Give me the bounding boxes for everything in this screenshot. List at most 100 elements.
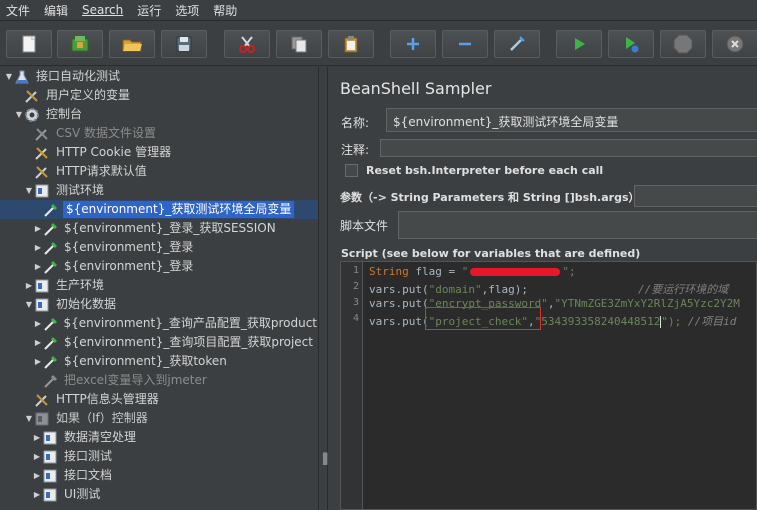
code-token: vars.put( [369,283,429,296]
stop-icon [673,34,693,54]
menu-options[interactable]: 选项 [175,2,199,19]
tree-node-header-manager[interactable]: HTTP信息头管理器 [0,390,318,409]
toggle-button[interactable] [494,30,540,58]
tree-node-init-data[interactable]: ▼ 初始化数据 [0,295,318,314]
collapse-arrow-icon[interactable]: ▼ [14,110,24,119]
controller-icon [42,487,59,503]
tree-label: 控制台 [46,107,83,121]
name-field[interactable]: ${environment}_获取测试环境全局变量 [386,108,757,132]
script-file-field[interactable] [398,211,757,239]
tree-node-login-1[interactable]: ▶ ${environment}_登录 [0,238,318,257]
tree-node-prod-env[interactable]: ▶ 生产环境 [0,276,318,295]
expand-arrow-icon[interactable]: ▶ [34,338,42,347]
pane-splitter[interactable]: ▪ ▪ ▪ [318,67,328,510]
line-number: 2 [352,281,359,292]
controller-icon [34,297,51,313]
expand-arrow-icon[interactable]: ▶ [34,357,42,366]
menu-run[interactable]: 运行 [137,2,161,19]
tree-node-api-docs[interactable]: ▶ 接口文档 [0,466,318,485]
copy-button[interactable] [276,30,322,58]
code-token: ,flag); [481,283,528,296]
expand-arrow-icon[interactable]: ▶ [32,452,42,461]
reset-interpreter-checkbox[interactable] [345,164,358,177]
controller-icon [42,430,59,446]
test-plan-tree: ▼ 接口自动化测试 用户定义的变量 ▼ 控制台 CSV 数据文件设置 HTTP … [0,67,318,510]
expand-arrow-icon[interactable]: ▶ [32,471,42,480]
script-label: Script (see below for variables that are… [341,247,641,260]
tree-node-csv-config[interactable]: CSV 数据文件设置 [0,124,318,143]
collapse-all-button[interactable] [442,30,488,58]
tree-node-test-env[interactable]: ▼ 测试环境 [0,181,318,200]
parameters-label: 参数（-> String Parameters 和 String []bsh.a… [340,191,640,204]
tree-node-login-2[interactable]: ▶ ${environment}_登录 [0,257,318,276]
menu-search[interactable]: Search [82,3,123,17]
tree-node-query-project[interactable]: ▶ ${environment}_查询项目配置_获取project [0,333,318,352]
start-no-pause-button[interactable] [608,30,654,58]
tree-node-http-defaults[interactable]: HTTP请求默认值 [0,162,318,181]
cut-button[interactable] [224,30,270,58]
tree-node-query-product[interactable]: ▶ ${environment}_查询产品配置_获取product [0,314,318,333]
stop-button[interactable] [660,30,706,58]
tree-label: 接口自动化测试 [36,69,121,83]
tree-label: ${environment}_查询项目配置_获取project [64,335,313,349]
code-token: flag = [408,265,462,278]
expand-arrow-icon[interactable]: ▶ [32,433,42,442]
collapse-arrow-icon[interactable]: ▼ [24,414,34,423]
tree-label: 数据清空处理 [64,430,137,444]
tree-node-ui-test[interactable]: ▶ UI测试 [0,485,318,504]
comment-field[interactable] [380,139,757,157]
templates-button[interactable] [57,30,103,58]
toolbar [0,22,757,66]
code-comment: //要运行环境的域 [637,283,729,296]
tree-node-if-controller[interactable]: ▼ 如果（If）控制器 [0,409,318,428]
tree-node-data-clear[interactable]: ▶ 数据清空处理 [0,428,318,447]
jmeter-window: 文件 编辑 Search 运行 选项 帮助 ▼ 接口自动化测试 用户定义的变量 … [0,0,757,510]
controller-icon [42,449,59,465]
expand-arrow-icon[interactable]: ▶ [34,243,42,252]
menu-help[interactable]: 帮助 [213,2,237,19]
tree-node-console[interactable]: ▼ 控制台 [0,105,318,124]
tree-node-get-env-vars[interactable]: ${environment}_获取测试环境全局变量 [0,200,318,219]
expand-arrow-icon[interactable]: ▶ [34,224,42,233]
expand-arrow-icon[interactable]: ▶ [34,319,42,328]
expand-arrow-icon[interactable]: ▶ [34,262,42,271]
open-button[interactable] [109,30,155,58]
tree-label: 如果（If）控制器 [56,411,148,425]
expand-arrow-icon[interactable]: ▶ [32,490,42,499]
paste-button[interactable] [328,30,374,58]
code-token: "534393358240448512 [534,315,661,328]
tree-node-test-plan[interactable]: ▼ 接口自动化测试 [0,67,318,86]
expand-arrow-icon[interactable]: ▶ [24,281,34,290]
save-button[interactable] [161,30,207,58]
tools-icon [34,145,51,161]
tree-node-cookie-manager[interactable]: HTTP Cookie 管理器 [0,143,318,162]
start-button[interactable] [556,30,602,58]
code-token: "YTNmZGE3ZmYxY2RlZjA5Yzc2Y2M [554,297,740,310]
tree-node-import-excel[interactable]: 把excel变量导入到jmeter [0,371,318,390]
collapse-arrow-icon[interactable]: ▼ [24,186,34,195]
name-label: 名称: [341,116,370,130]
play-icon [575,38,585,50]
scissors-icon [239,36,255,53]
expand-all-button[interactable] [390,30,436,58]
script-file-label: 脚本文件 [340,219,389,233]
code-token: String [369,265,409,278]
code-line-2: vars.put("domain",flag); //要运行环境的域 [369,281,728,297]
line-number: 3 [352,297,359,308]
tree-node-get-token[interactable]: ▶ ${environment}_获取token [0,352,318,371]
sampler-pipette-icon [42,221,59,237]
script-editor[interactable]: 1 2 3 4 String flag = " "; vars.put("doma… [340,261,757,510]
new-button[interactable] [6,30,52,58]
collapse-arrow-icon[interactable]: ▼ [4,72,14,81]
menu-file[interactable]: 文件 [6,2,30,19]
templates-icon [71,36,89,52]
line-number: 1 [352,265,359,276]
tree-node-api-test[interactable]: ▶ 接口测试 [0,447,318,466]
collapse-arrow-icon[interactable]: ▼ [24,300,34,309]
tree-node-login-session[interactable]: ▶ ${environment}_登录_获取SESSION [0,219,318,238]
menu-edit[interactable]: 编辑 [44,2,68,19]
comment-label: 注释: [341,143,370,157]
tree-node-user-vars[interactable]: 用户定义的变量 [0,86,318,105]
shutdown-button[interactable] [712,30,757,58]
parameters-field[interactable] [634,185,757,207]
